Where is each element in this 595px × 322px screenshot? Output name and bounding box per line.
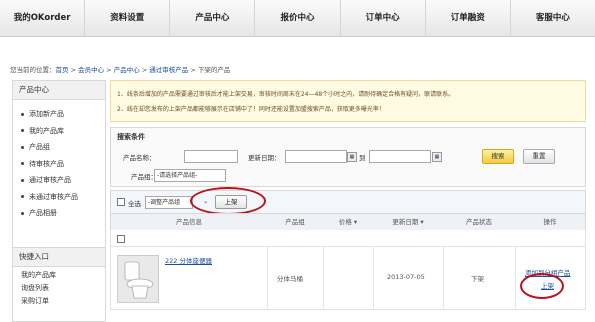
sidebar-item-label: 产品相册: [29, 209, 57, 217]
header-price[interactable]: 价格 ▾: [323, 214, 373, 230]
sidebar: 产品中心 添加新产品 我的产品库 产品组 待审核产品 通过审核产品 未通过审核产…: [12, 80, 106, 322]
product-status-cell: 下架: [471, 275, 484, 283]
bullet-icon: [21, 195, 24, 198]
bullet-icon: [21, 178, 24, 182]
breadcrumb-home[interactable]: 首页: [56, 66, 69, 74]
sidebar-item-label: 我的产品库: [29, 126, 64, 135]
breadcrumb-separator: >: [188, 66, 198, 74]
select-all-label: 全选: [128, 200, 141, 208]
sidebar-item-product-group[interactable]: 产品组: [13, 139, 105, 156]
table-row: 222 分体座便器 分体马桶 2013-07-05 下架 添加到分组产品 上架: [110, 247, 586, 310]
toilet-image: [118, 256, 158, 302]
date-to-input[interactable]: [369, 150, 431, 163]
breadcrumb-current: 下架的产品: [197, 66, 231, 74]
quick-entry-menu: 我的产品库 询盘列表 采购订单: [13, 269, 56, 308]
bullet-icon: [21, 145, 24, 149]
adjust-group-select[interactable]: -调整产品组: [145, 196, 193, 209]
highlight-circle: [190, 187, 266, 215]
nav-my-okorder[interactable]: 我的OKorder: [0, 0, 86, 36]
date-to-label: 到: [359, 154, 366, 162]
breadcrumb-prefix: 您当前的位置：: [10, 66, 56, 74]
search-panel: 搜索条件 产品名称： 更新日期： ▦ 到 ▦ 搜索 重置 产品组： -请选择产品…: [110, 127, 586, 187]
sidebar-item-label: 产品组: [29, 143, 50, 151]
header-update-date[interactable]: 更新日期 ▾: [373, 214, 443, 230]
table-header: 产品信息 产品组 价格 ▾ 更新日期 ▾ 产品状态 操作: [110, 213, 586, 231]
product-date-cell: 2013-07-05: [387, 273, 425, 281]
sidebar-item-label: 通过审核产品: [29, 176, 71, 184]
bullet-icon: [21, 162, 24, 165]
sort-icon: ▾: [351, 218, 358, 226]
select-all-checkbox[interactable]: [117, 198, 125, 206]
header-actions: 操作: [543, 218, 557, 226]
column-divider: [515, 247, 516, 309]
breadcrumb-separator: >: [139, 66, 150, 74]
product-name-label: 产品名称：: [123, 154, 156, 162]
notice-box: 1、线条后增加的产品需要通过审核后才能上架交易，审核时间周末在24—48个小时之…: [110, 80, 586, 122]
header-date-label: 更新日期: [392, 218, 419, 226]
search-button[interactable]: 搜索: [482, 149, 514, 164]
sidebar-item-pending[interactable]: 待审核产品: [13, 156, 105, 173]
quick-item-inquiries[interactable]: 询盘列表: [13, 282, 56, 295]
sidebar-item-product-library[interactable]: 我的产品库: [13, 123, 105, 140]
breadcrumb-approved[interactable]: 通过审核产品: [149, 66, 188, 74]
sort-icon: ▾: [418, 218, 424, 226]
notice-line-2: 2、线在却您发布的上架产品都能够展示在店铺中了！同时还能设置加盟搜索产品，获取更…: [117, 106, 385, 113]
nav-order-center[interactable]: 订单中心: [341, 0, 426, 36]
top-navigation: 我的OKorder 资料设置 产品中心 报价中心 订单中心 订单融资 客服中心: [0, 0, 595, 37]
breadcrumb-separator: >: [104, 66, 114, 74]
search-title: 搜索条件: [117, 133, 145, 141]
reset-button[interactable]: 重置: [523, 149, 555, 164]
row-select-all-checkbox[interactable]: [117, 235, 125, 243]
calendar-icon[interactable]: ▦: [347, 152, 357, 162]
nav-order-financing[interactable]: 订单融资: [426, 0, 511, 36]
sidebar-menu: 添加新产品 我的产品库 产品组 待审核产品 通过审核产品 未通过审核产品 产品相…: [13, 106, 105, 222]
sidebar-item-album[interactable]: 产品相册: [13, 205, 105, 222]
bullet-icon: [21, 112, 24, 116]
product-name-link[interactable]: 222 分体座便器: [165, 255, 212, 265]
column-divider: [373, 247, 374, 309]
notice-line-1: 1、线条后增加的产品需要通过审核后才能上架交易，审核时间周末在24—48个小时之…: [117, 91, 455, 98]
header-product-info: 产品信息: [176, 218, 202, 226]
nav-customer-service[interactable]: 客服中心: [511, 0, 595, 36]
quick-item-product-library[interactable]: 我的产品库: [13, 269, 56, 282]
breadcrumb: 您当前的位置：首页 > 会员中心 > 产品中心 > 通过审核产品 > 下架的产品: [10, 64, 230, 74]
column-divider: [443, 247, 444, 309]
sidebar-item-label: 未通过审核产品: [29, 192, 78, 201]
nav-profile-settings[interactable]: 资料设置: [85, 0, 171, 36]
product-thumbnail[interactable]: [117, 255, 159, 303]
quick-item-purchase-orders[interactable]: 采购订单: [13, 295, 56, 308]
column-divider: [267, 247, 268, 309]
sidebar-item-approved[interactable]: 通过审核产品: [13, 172, 105, 189]
product-group-cell: 分体马桶: [277, 275, 303, 283]
breadcrumb-member[interactable]: 会员中心: [78, 66, 104, 74]
breadcrumb-separator: >: [68, 66, 79, 74]
sidebar-item-rejected[interactable]: 未通过审核产品: [13, 189, 105, 206]
nav-product-center[interactable]: 产品中心: [170, 0, 256, 36]
bulk-toolbar: 全选 -调整产品组 ⌄ 上架: [110, 190, 586, 214]
highlight-circle: [520, 273, 564, 299]
bullet-icon: [21, 129, 24, 132]
quick-entry-title: 快捷入口: [13, 247, 105, 267]
sidebar-item-label: 添加新产品: [29, 110, 64, 118]
column-divider: [323, 247, 324, 309]
calendar-icon[interactable]: ▦: [432, 152, 442, 162]
header-group: 产品组: [285, 218, 305, 226]
bullet-icon: [21, 211, 24, 215]
header-price-label: 价格: [338, 218, 352, 226]
breadcrumb-products[interactable]: 产品中心: [114, 66, 140, 74]
product-name-input[interactable]: [184, 150, 238, 163]
header-status: 产品状态: [466, 218, 492, 226]
sidebar-item-label: 待审核产品: [29, 159, 64, 168]
update-date-label: 更新日期：: [248, 154, 281, 162]
date-from-input[interactable]: [285, 150, 347, 163]
group-select[interactable]: -请选择产品组-: [154, 169, 226, 182]
table-select-row: [110, 230, 586, 247]
sidebar-title: 产品中心: [13, 81, 105, 100]
sidebar-item-add-product[interactable]: 添加新产品: [13, 106, 105, 123]
nav-quote-center[interactable]: 报价中心: [255, 0, 341, 36]
